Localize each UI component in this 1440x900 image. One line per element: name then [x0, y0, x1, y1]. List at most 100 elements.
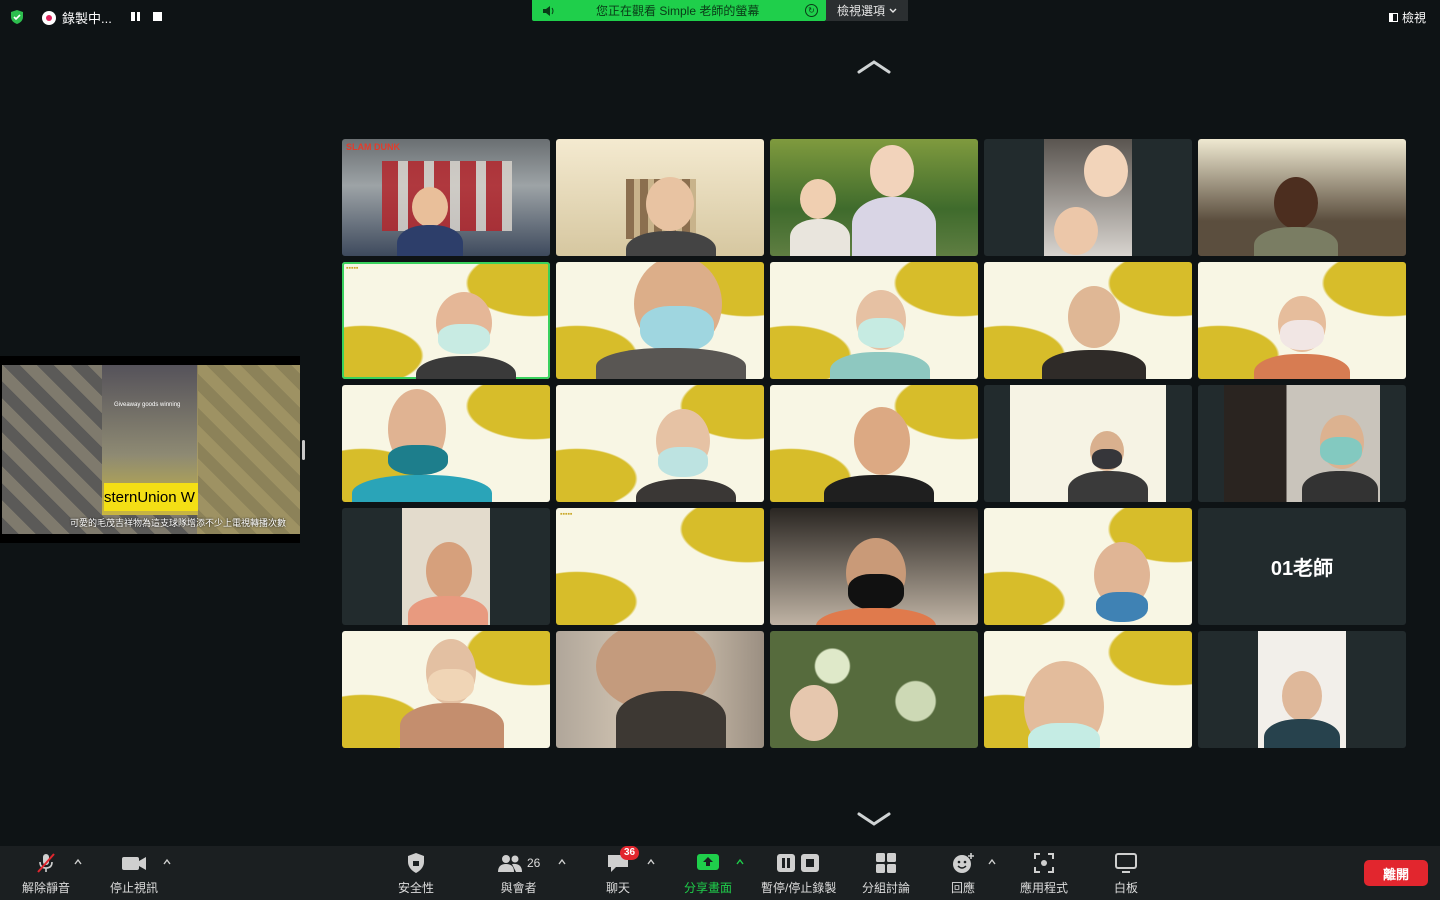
speaker-icon: [543, 5, 554, 16]
participant-tile-active-speaker[interactable]: ▪▪▪▪▪: [342, 262, 550, 379]
apps-label: 應用程式: [1020, 881, 1069, 895]
view-layout-icon: [1388, 13, 1398, 22]
participant-tile[interactable]: [1198, 631, 1406, 748]
tile-tag: ▪▪▪▪▪: [560, 511, 573, 518]
participant-tile[interactable]: [1198, 262, 1406, 379]
participant-tile[interactable]: [984, 385, 1192, 502]
participant-body: [416, 356, 516, 379]
participant-name: 01老師: [1270, 558, 1334, 580]
participants-label: 與會者: [500, 881, 537, 895]
participant-face: [426, 542, 472, 600]
participant-body: [1068, 471, 1148, 502]
participant-body: [1264, 719, 1340, 748]
participant-tile[interactable]: [556, 385, 764, 502]
participant-tile[interactable]: ▪▪▪▪▪: [556, 508, 764, 625]
shared-screen-overlay: [197, 365, 300, 534]
participant-tile[interactable]: SLAM DUNK: [342, 139, 550, 256]
participant-face: [1068, 286, 1120, 348]
participant-tile[interactable]: [1198, 139, 1406, 256]
participant-body: [1302, 471, 1378, 502]
breakout-rooms-button[interactable]: 分組討論: [862, 852, 910, 896]
participant-face: [1084, 145, 1128, 197]
participant-tile[interactable]: [556, 139, 764, 256]
unmute-label: 解除靜音: [22, 881, 71, 895]
video-camera-icon: [122, 857, 146, 870]
security-shield-icon: [408, 853, 424, 873]
page-up-chevron-icon[interactable]: [856, 60, 892, 74]
face-mask: [1096, 592, 1148, 622]
share-screen-button[interactable]: 分享畫面: [684, 852, 732, 896]
participants-button[interactable]: 26 與會者: [497, 852, 540, 896]
face-mask: [1028, 723, 1100, 748]
participant-body: [1254, 227, 1338, 256]
chevron-up-icon[interactable]: [558, 858, 566, 866]
breakout-rooms-label: 分組討論: [862, 881, 911, 895]
breakout-rooms-icon: [876, 853, 896, 873]
top-bar: 錄製中... 您正在觀看 Simple 老師的螢幕 ↻ 檢視選項 檢視: [0, 0, 1440, 34]
face-mask: [1280, 320, 1324, 350]
participant-tile[interactable]: [984, 508, 1192, 625]
whiteboard-icon: [1115, 853, 1137, 873]
participant-tile[interactable]: [770, 508, 978, 625]
shared-screen-content: Giveaway goods winning sternUnion W 可愛的毛…: [2, 365, 300, 534]
shield-check-icon[interactable]: [9, 9, 25, 25]
pause-recording-icon[interactable]: [131, 12, 140, 21]
whiteboard-button[interactable]: 白板: [1114, 852, 1138, 896]
participant-tile[interactable]: [556, 262, 764, 379]
pause-stop-recording-label: 暫停/停止錄製: [761, 881, 837, 895]
recording-label: 錄製中...: [62, 11, 112, 26]
participant-body: [397, 225, 463, 256]
participant-tile[interactable]: [342, 631, 550, 748]
apps-button[interactable]: 應用程式: [1020, 852, 1068, 896]
participant-tile[interactable]: [770, 139, 978, 256]
participant-tile[interactable]: [770, 262, 978, 379]
chat-button[interactable]: 36 聊天: [606, 846, 640, 896]
microphone-muted-icon: [37, 853, 55, 873]
pause-stop-recording-button[interactable]: 暫停/停止錄製: [761, 852, 836, 896]
leave-meeting-button[interactable]: 離開: [1364, 860, 1428, 886]
chevron-up-icon[interactable]: [736, 858, 744, 866]
face-mask: [388, 445, 448, 475]
face-mask: [438, 324, 490, 354]
face-mask: [1320, 437, 1362, 465]
participant-face: [1054, 207, 1098, 255]
chevron-up-icon[interactable]: [163, 858, 171, 866]
unmute-button[interactable]: 解除靜音: [22, 852, 70, 896]
participants-count: 26: [527, 856, 541, 870]
participant-tile[interactable]: [342, 385, 550, 502]
view-button[interactable]: 檢視: [1388, 9, 1426, 26]
participant-tile[interactable]: [984, 139, 1192, 256]
chevron-up-icon[interactable]: [74, 858, 82, 866]
shared-screen-caption: 可愛的毛茂吉祥物為這支球隊增添不少上電視轉播次數: [70, 518, 287, 528]
face-mask: [848, 574, 904, 610]
tile-label: SLAM DUNK: [346, 142, 400, 152]
apps-icon: [1034, 853, 1054, 873]
info-icon[interactable]: ↻: [805, 4, 818, 17]
stop-video-label: 停止視訊: [110, 881, 159, 895]
participant-tile[interactable]: [1198, 385, 1406, 502]
shared-screen-panel[interactable]: Giveaway goods winning sternUnion W 可愛的毛…: [0, 356, 300, 543]
participant-tile[interactable]: [342, 508, 550, 625]
view-options-button[interactable]: 檢視選項: [826, 0, 908, 21]
reactions-button[interactable]: 回應: [951, 852, 975, 896]
security-button[interactable]: 安全性: [398, 852, 434, 896]
chevron-up-icon[interactable]: [647, 858, 655, 866]
stop-recording-icon[interactable]: [153, 12, 162, 21]
page-down-chevron-icon[interactable]: [856, 812, 892, 826]
chevron-up-icon[interactable]: [988, 858, 996, 866]
participant-body: [1042, 350, 1146, 379]
face-mask: [858, 318, 904, 348]
participant-tile[interactable]: [770, 385, 978, 502]
participant-tile[interactable]: [770, 631, 978, 748]
participant-tile-no-video[interactable]: 01老師: [1198, 508, 1406, 625]
participant-body: [400, 703, 504, 748]
participant-tile[interactable]: [556, 631, 764, 748]
participant-tile[interactable]: [984, 631, 1192, 748]
participant-face: [870, 145, 914, 197]
face-mask: [658, 447, 708, 477]
participant-body: [596, 348, 746, 379]
participant-face: [790, 685, 838, 741]
participant-tile[interactable]: [984, 262, 1192, 379]
resize-handle[interactable]: [302, 440, 305, 460]
stop-video-button[interactable]: 停止視訊: [110, 852, 158, 896]
